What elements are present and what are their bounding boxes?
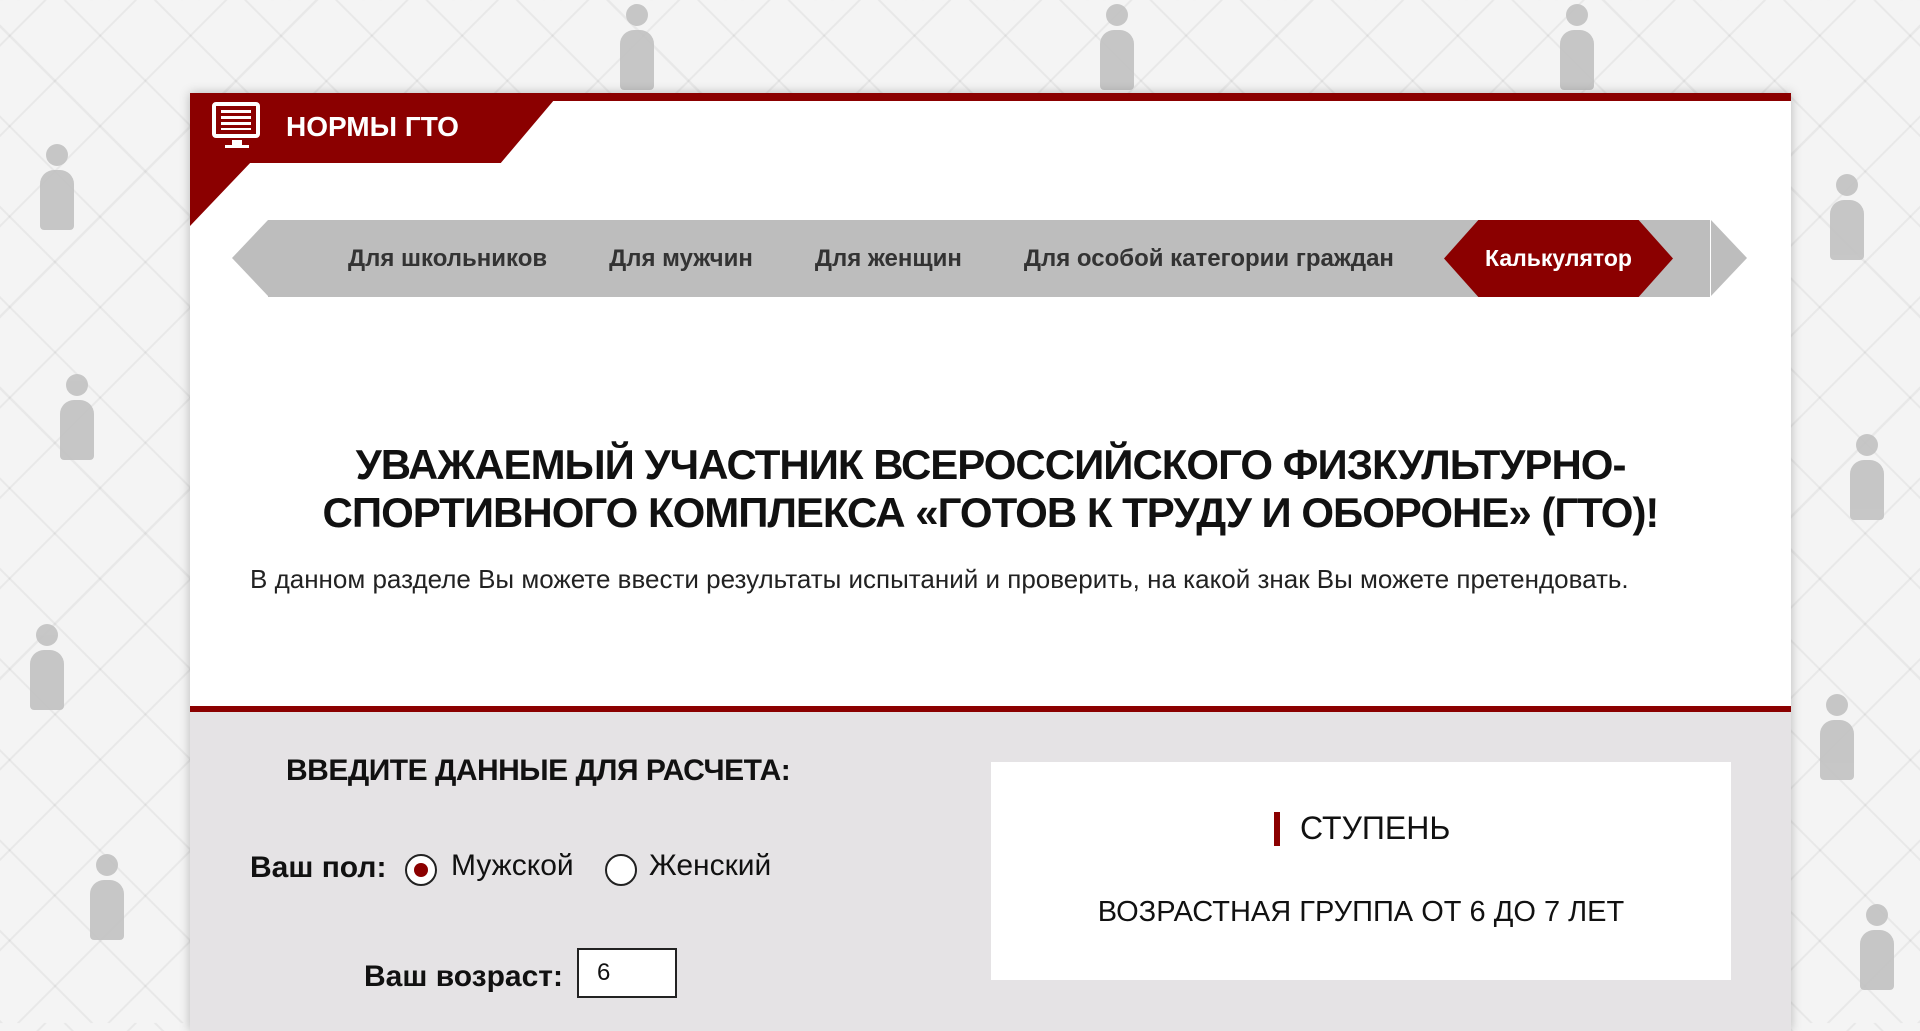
- header-tab: НОРМЫ ГТО: [190, 101, 560, 163]
- athlete-silhouette-icon: [30, 624, 64, 710]
- athlete-silhouette-icon: [1100, 4, 1134, 90]
- radio-selected-dot: [414, 863, 428, 877]
- athlete-silhouette-icon: [620, 4, 654, 90]
- headline-line-2: СПОРТИВНОГО КОМПЛЕКСА «ГОТОВ К ТРУДУ И О…: [322, 489, 1660, 536]
- stage-accent-bar: [1274, 812, 1280, 846]
- intro-description: В данном разделе Вы можете ввести резуль…: [250, 564, 1629, 594]
- athlete-silhouette-icon: [1850, 434, 1884, 520]
- sex-option-female-label[interactable]: Женский: [649, 849, 771, 883]
- nav-item-women[interactable]: Для женщин: [815, 245, 962, 273]
- athlete-silhouette-icon: [1820, 694, 1854, 780]
- calculator-section: ВВЕДИТЕ ДАННЫЕ ДЛЯ РАСЧЕТА: Ваш пол: Муж…: [190, 706, 1791, 1031]
- athlete-silhouette-icon: [1830, 174, 1864, 260]
- nav-arrow-left-icon: [232, 220, 268, 296]
- header-wedge: [190, 161, 252, 226]
- athlete-silhouette-icon: [60, 374, 94, 460]
- nav-arrow-right-icon: [1711, 220, 1747, 296]
- sex-radio-female[interactable]: [605, 854, 637, 886]
- headline-line-1: УВАЖАЕМЫЙ УЧАСТНИК ВСЕРОССИЙСКОГО ФИЗКУЛ…: [355, 441, 1627, 488]
- athlete-silhouette-icon: [90, 854, 124, 940]
- athlete-silhouette-icon: [1860, 904, 1894, 990]
- monitor-book-icon: [212, 102, 260, 148]
- stage-label: СТУПЕНЬ: [1300, 810, 1451, 846]
- age-input[interactable]: [577, 948, 677, 998]
- athlete-silhouette-icon: [1560, 4, 1594, 90]
- result-panel: СТУПЕНЬ ВОЗРАСТНАЯ ГРУППА ОТ 6 ДО 7 ЛЕТ: [991, 762, 1731, 980]
- nav-item-men[interactable]: Для мужчин: [609, 245, 753, 273]
- age-group-text: ВОЗРАСТНАЯ ГРУППА ОТ 6 ДО 7 ЛЕТ: [1097, 896, 1625, 928]
- sex-option-male-label[interactable]: Мужской: [451, 849, 574, 883]
- nav-item-special-category[interactable]: Для особой категории граждан: [1024, 245, 1394, 273]
- nav-item-schoolchildren[interactable]: Для школьников: [348, 245, 547, 273]
- athlete-silhouette-icon: [40, 144, 74, 230]
- sex-radio-male[interactable]: [405, 854, 437, 886]
- nav-item-calculator[interactable]: Калькулятор: [1444, 220, 1673, 297]
- main-card: НОРМЫ ГТО Для школьников Для мужчин Для …: [190, 93, 1791, 1031]
- page-title: НОРМЫ ГТО: [286, 111, 459, 142]
- intro-headline: УВАЖАЕМЫЙ УЧАСТНИК ВСЕРОССИЙСКОГО ФИЗКУЛ…: [190, 441, 1791, 537]
- calculator-title: ВВЕДИТЕ ДАННЫЕ ДЛЯ РАСЧЕТА:: [286, 754, 791, 787]
- age-label: Ваш возраст:: [364, 960, 563, 993]
- sex-label: Ваш пол:: [250, 851, 387, 884]
